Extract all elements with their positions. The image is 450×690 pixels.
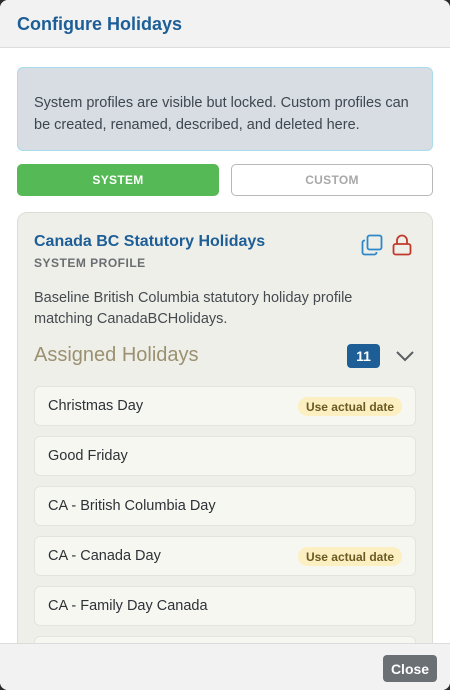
lock-icon[interactable] [391, 234, 413, 256]
profile-type-label: SYSTEM PROFILE [34, 256, 146, 270]
copy-icon[interactable] [361, 234, 383, 256]
assigned-holidays-title: Assigned Holidays [34, 344, 199, 366]
holiday-name: Good Friday [48, 448, 128, 464]
holiday-name: CA - Family Day Canada [48, 598, 208, 614]
tab-system[interactable]: SYSTEM [17, 164, 219, 196]
profile-name: Canada BC Statutory Holidays [34, 233, 266, 250]
holiday-item[interactable]: CA - British Columbia Day [34, 486, 416, 526]
holiday-name: CA - Canada Day [48, 548, 161, 564]
holiday-list: Christmas Day Use actual date Good Frida… [34, 386, 416, 686]
holiday-item[interactable]: CA - Family Day Canada [34, 586, 416, 626]
info-text: System profiles are visible but locked. … [34, 95, 409, 133]
use-actual-date-badge: Use actual date [297, 397, 402, 416]
holiday-count-badge: 11 [347, 344, 380, 368]
info-message: System profiles are visible but locked. … [17, 67, 433, 151]
dialog-header: Configure Holidays [0, 0, 450, 48]
holiday-item[interactable]: CA - Canada Day Use actual date [34, 536, 416, 576]
dialog-title: Configure Holidays [17, 14, 183, 34]
configure-holidays-dialog: Configure Holidays System profiles are v… [0, 0, 450, 690]
dialog-footer: Close [0, 643, 450, 690]
holiday-name: CA - British Columbia Day [48, 498, 216, 514]
holiday-name: Christmas Day [48, 398, 144, 414]
holiday-item[interactable]: Christmas Day Use actual date [34, 386, 416, 426]
tab-custom[interactable]: CUSTOM [231, 164, 433, 196]
holiday-item[interactable]: Good Friday [34, 436, 416, 476]
profile-card: Canada BC Statutory Holidays SYSTEM PROF… [17, 212, 433, 690]
chevron-down-icon[interactable] [394, 346, 416, 366]
use-actual-date-badge: Use actual date [297, 547, 402, 566]
profile-description: Baseline British Columbia statutory holi… [34, 290, 353, 327]
close-button[interactable]: Close [383, 655, 437, 682]
